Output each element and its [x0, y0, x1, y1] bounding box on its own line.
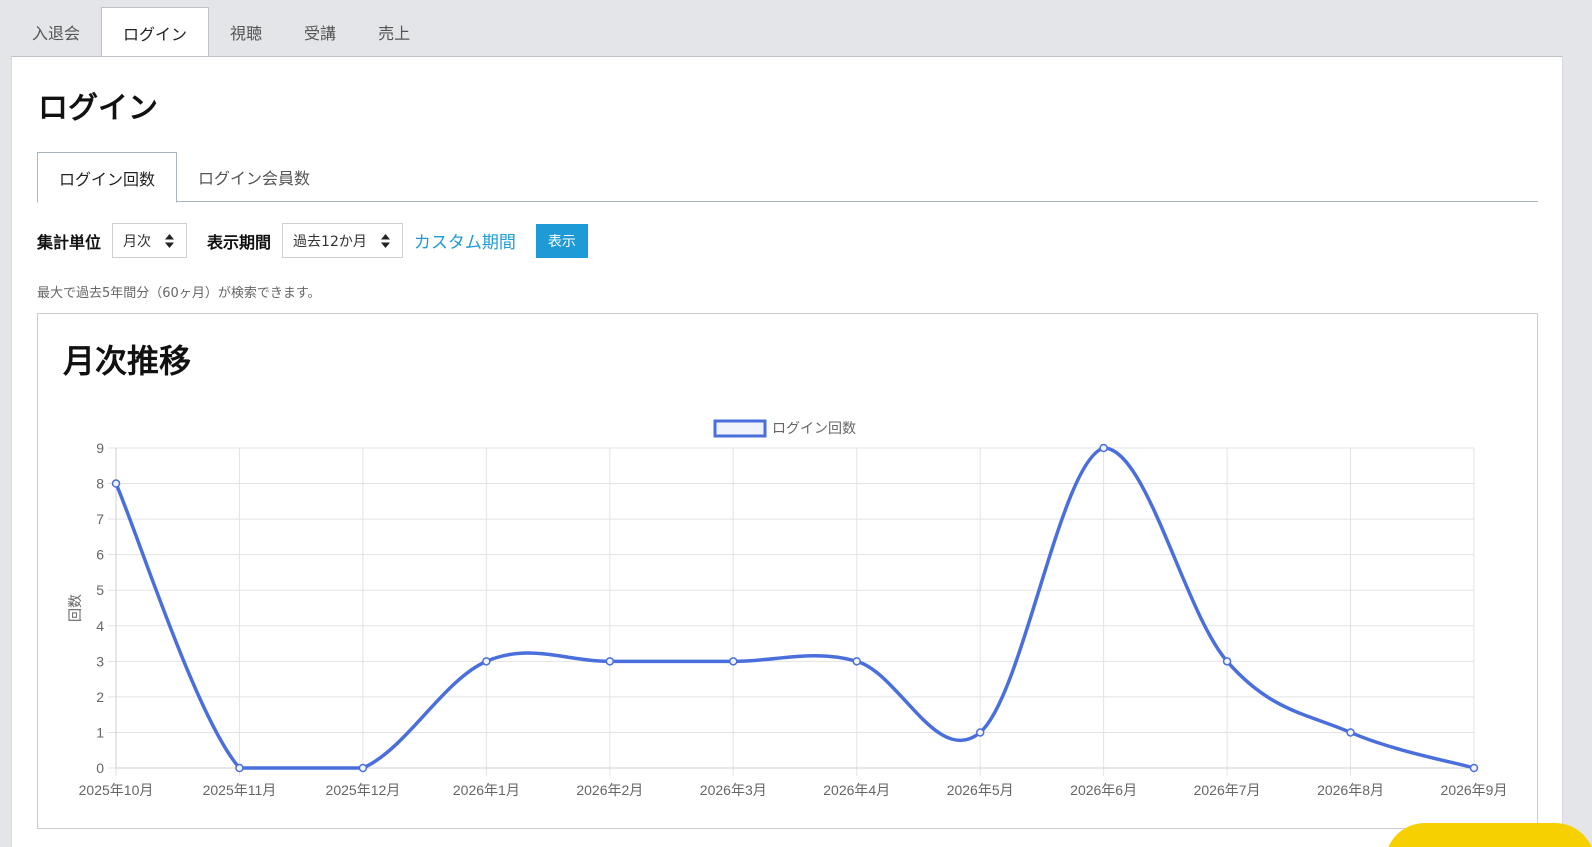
filter-controls: 集計単位 月次 表示期間 過去12か月 カスタム期間 表示	[37, 223, 588, 258]
tab-membership[interactable]: 入退会	[11, 7, 101, 57]
tab-login-count[interactable]: ログイン回数	[37, 152, 178, 203]
x-tick-label: 2026年3月	[700, 782, 767, 798]
data-point	[1469, 763, 1479, 773]
page-title: ログイン	[38, 91, 158, 126]
x-tick-label: 2026年5月	[947, 782, 1014, 798]
x-tick-label: 2026年6月	[1070, 782, 1137, 798]
legend-label: ログイン回数	[772, 421, 856, 437]
unit-select-value: 月次	[123, 233, 152, 250]
sort-arrows-icon	[380, 233, 390, 248]
data-point	[1346, 728, 1355, 737]
chart-card: 月次推移 0 1 2 3 4 5 6 7 8 9 2025年10月 2025年11月 2025年12月 2…	[37, 313, 1538, 829]
data-point	[1222, 657, 1232, 666]
y-axis-title: 回数	[68, 594, 84, 622]
y-tick-label: 6	[96, 547, 104, 563]
line-chart: 0 1 2 3 4 5 6 7 8 9 2025年10月 2025年11月 2025年12月 2026年1…	[68, 419, 1508, 798]
floating-help-widget[interactable]	[1385, 823, 1592, 847]
x-tick-label: 2026年9月	[1441, 782, 1508, 798]
x-tick-label: 2026年7月	[1194, 782, 1261, 798]
unit-select[interactable]: 月次	[112, 223, 188, 258]
data-point	[852, 657, 861, 666]
y-tick-label: 1	[96, 724, 104, 740]
x-tick-label: 2025年12月	[326, 782, 401, 798]
x-tick-label: 2025年10月	[79, 782, 154, 798]
custom-period-link[interactable]: カスタム期間	[414, 228, 516, 253]
x-tick-label: 2025年11月	[203, 782, 277, 798]
tab-courses[interactable]: 受講	[283, 7, 357, 57]
tab-login-members[interactable]: ログイン会員数	[177, 152, 331, 202]
x-tick-label: 2026年4月	[823, 782, 890, 798]
series-line	[114, 446, 1475, 770]
data-point	[235, 763, 244, 773]
main-panel: ログイン ログイン回数 ログイン会員数 集計単位 月次 表示期間 過去12か月 …	[11, 56, 1563, 847]
data-point	[605, 657, 615, 666]
tab-sales[interactable]: 売上	[357, 7, 431, 57]
data-point	[729, 657, 738, 666]
x-tick-label: 2026年8月	[1317, 782, 1384, 798]
x-tick-label: 2026年2月	[576, 782, 643, 798]
period-label: 表示期間	[207, 232, 272, 252]
tab-viewing[interactable]: 視聴	[209, 7, 283, 57]
legend-swatch	[713, 419, 767, 438]
tab-login[interactable]: ログイン	[101, 7, 210, 58]
show-button[interactable]: 表示	[535, 223, 588, 258]
top-tab-bar: 入退会 ログイン 視聴 受講 売上	[11, 7, 431, 58]
data-point	[975, 728, 985, 737]
data-point	[1099, 443, 1108, 453]
data-point	[358, 763, 368, 773]
search-range-note: 最大で過去5年間分（60ヶ月）が検索できます。	[37, 286, 321, 301]
y-tick-label: 3	[96, 653, 104, 669]
sort-arrows-icon	[165, 233, 175, 248]
y-tick-label: 8	[96, 476, 104, 492]
y-tick-label: 9	[96, 440, 104, 456]
y-tick-label: 7	[96, 511, 104, 527]
x-tick-label: 2026年1月	[453, 782, 520, 798]
sub-tab-bar: ログイン回数 ログイン会員数	[37, 152, 1538, 203]
period-select[interactable]: 過去12か月	[282, 223, 403, 258]
data-point	[111, 479, 121, 488]
y-tick-label: 0	[96, 760, 104, 776]
data-point	[482, 657, 491, 666]
y-tick-label: 2	[96, 689, 104, 705]
period-select-value: 過去12か月	[293, 233, 367, 250]
y-tick-label: 5	[96, 582, 104, 598]
unit-label: 集計単位	[37, 232, 102, 252]
y-tick-label: 4	[96, 618, 104, 634]
